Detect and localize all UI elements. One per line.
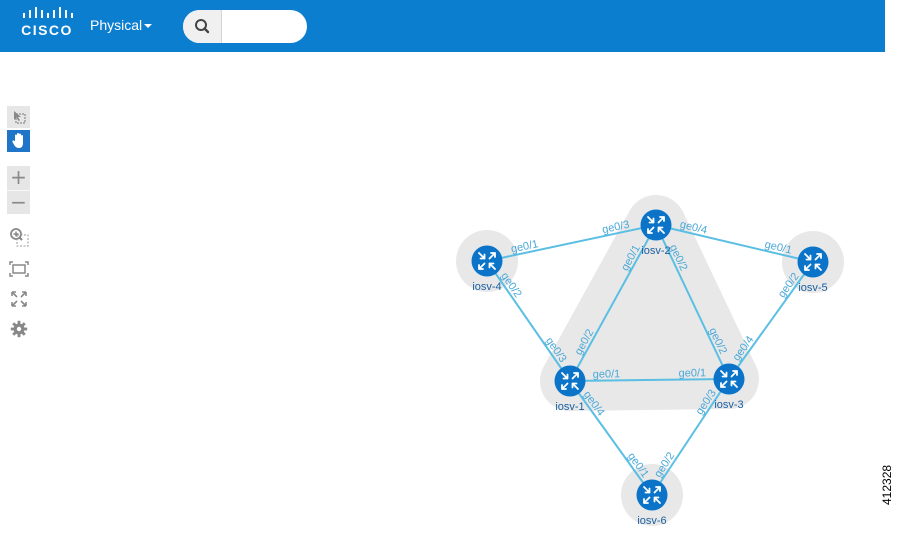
router-icon	[471, 245, 503, 277]
router-node[interactable]: iosv-5	[797, 246, 829, 295]
node-label: iosv-4	[472, 281, 501, 293]
router-icon	[636, 479, 668, 511]
router-node[interactable]: iosv-2	[640, 209, 672, 258]
port-label: ge0/1	[510, 238, 539, 255]
router-icon	[554, 365, 586, 397]
router-node[interactable]: iosv-3	[713, 363, 745, 412]
node-label: iosv-1	[555, 401, 584, 413]
router-icon	[797, 246, 829, 278]
router-node[interactable]: iosv-1	[554, 365, 586, 414]
node-label: iosv-5	[798, 282, 827, 294]
port-label: ge0/1	[679, 367, 707, 379]
port-label: ge0/1	[593, 368, 621, 380]
router-icon	[640, 209, 672, 241]
topology-canvas[interactable]: ge0/1ge0/3 ge0/4ge0/1ge0/2ge0/3ge0/1ge0/2…	[0, 0, 900, 550]
node-label: iosv-3	[714, 399, 743, 411]
node-label: iosv-6	[637, 515, 666, 527]
router-icon	[713, 363, 745, 395]
router-node[interactable]: iosv-6	[636, 479, 668, 528]
figure-id: 412328	[880, 464, 894, 505]
router-node[interactable]: iosv-4	[471, 245, 503, 294]
node-label: iosv-2	[641, 245, 670, 257]
